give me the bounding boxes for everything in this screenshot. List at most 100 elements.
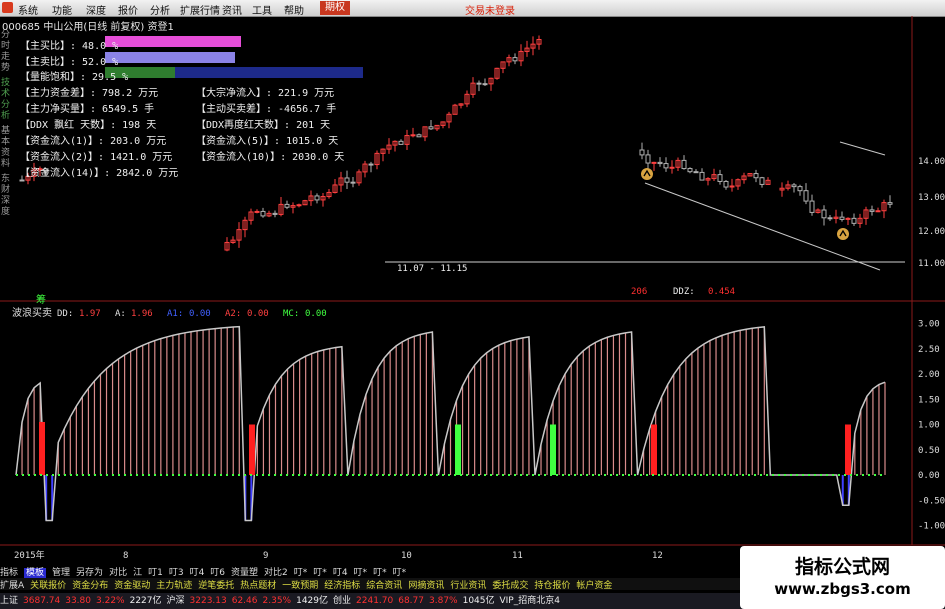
buy-ratio: 【主买比】: 48.0 % xyxy=(20,41,119,52)
zero-dot xyxy=(742,474,744,476)
candle-body xyxy=(410,134,416,137)
ddz-label: DDZ: xyxy=(673,287,695,297)
indicator-tab[interactable]: 模板 xyxy=(24,568,47,578)
zero-dot xyxy=(862,474,864,476)
zero-dot xyxy=(106,474,108,476)
zero-dot xyxy=(76,474,78,476)
zero-dot xyxy=(772,474,774,476)
extension-tab[interactable]: 一致预期 xyxy=(282,581,318,591)
status-item: 2227亿 xyxy=(129,596,162,606)
zero-dot xyxy=(274,474,276,476)
candle-body xyxy=(296,204,302,207)
zero-dot xyxy=(202,474,204,476)
indicator-tab[interactable]: 江 xyxy=(133,568,142,578)
zero-dot xyxy=(844,474,846,476)
indicator-tick: 2.00 xyxy=(918,370,940,380)
extension-tab[interactable]: 综合资讯 xyxy=(366,581,402,591)
time-axis: 2015年 8 9 10 11 12 xyxy=(14,549,663,561)
extension-tab[interactable]: 主力轨迹 xyxy=(156,581,192,591)
indicator-tab[interactable]: 叮* xyxy=(294,568,308,578)
indicator-tab[interactable]: 对比 xyxy=(109,568,127,578)
zero-dot xyxy=(586,474,588,476)
zero-dot xyxy=(682,474,684,476)
indicator-tabs: 指标 模板 管理 另存为 对比江叮1 叮3 叮4 叮6 资量塑 对比2 叮* 叮* 叮4 叮* 叮* 叮* xyxy=(0,565,740,578)
candle-body xyxy=(821,209,827,219)
legend-key: A: xyxy=(115,309,126,319)
candle-body xyxy=(482,83,488,86)
indicator-tab[interactable]: 管理 xyxy=(52,568,70,578)
zero-dot xyxy=(670,474,672,476)
buy-signal-icon xyxy=(641,168,653,180)
indicator-tab[interactable]: 叮* xyxy=(313,568,327,578)
indicator-tab[interactable]: 资量塑 xyxy=(231,568,258,578)
zero-dot xyxy=(262,474,264,476)
zero-dot xyxy=(226,474,228,476)
candle-body xyxy=(827,217,833,220)
extension-tab[interactable]: 资金驱动 xyxy=(114,581,150,591)
candle-body xyxy=(512,57,518,62)
zero-dot xyxy=(82,474,84,476)
legend-value: 1.96 xyxy=(131,309,153,319)
status-item: 1045亿 xyxy=(462,596,495,606)
indicator-tab[interactable]: 叮3 xyxy=(169,568,184,578)
extension-tab[interactable]: 行业资讯 xyxy=(450,581,486,591)
indicator-tab[interactable]: 叮* xyxy=(373,568,387,578)
status-item: 3223.13 xyxy=(189,596,227,606)
indicator-tick: 1.00 xyxy=(918,421,940,431)
time-label: 9 xyxy=(263,551,268,561)
zero-dot xyxy=(874,474,876,476)
indicator-tab[interactable]: 叮1 xyxy=(148,568,163,578)
indicator-tab[interactable]: 叮4 xyxy=(190,568,205,578)
extension-tab[interactable]: 关联报价 xyxy=(30,581,66,591)
extension-tab[interactable]: 网摘资讯 xyxy=(408,581,444,591)
zero-dot xyxy=(100,474,102,476)
zero-dot xyxy=(160,474,162,476)
ddz-value: 0.454 xyxy=(708,287,735,297)
zero-dot xyxy=(94,474,96,476)
indicator-tab[interactable]: 叮4 xyxy=(333,568,348,578)
zero-dot xyxy=(46,474,48,476)
status-item: 33.80 xyxy=(65,596,91,606)
zero-dot xyxy=(280,474,282,476)
zero-dot xyxy=(406,474,408,476)
indicator-tab[interactable]: 叮* xyxy=(354,568,368,578)
indicator-tab[interactable]: 叮6 xyxy=(210,568,225,578)
zero-dot xyxy=(58,474,60,476)
candle-body xyxy=(669,166,675,169)
indicator-tab[interactable]: 另存为 xyxy=(76,568,103,578)
candle-body xyxy=(687,168,693,173)
zero-dot xyxy=(208,474,210,476)
extension-tab[interactable]: 经济指标 xyxy=(324,581,360,591)
signal-bar xyxy=(249,424,255,475)
signal-bar xyxy=(455,424,461,475)
watermark-url: www.zbgs3.com xyxy=(774,580,911,598)
indicator-tab[interactable]: 叮* xyxy=(393,568,407,578)
zero-dot xyxy=(250,474,252,476)
extension-tab[interactable]: 持仓报价 xyxy=(534,581,570,591)
fund-inflow-14: 【资金流入(14)】: 2842.0 万元 xyxy=(20,168,179,179)
extension-tab[interactable]: 资金分布 xyxy=(72,581,108,591)
zero-dot xyxy=(562,474,564,476)
signal-bar xyxy=(39,421,45,475)
indicator-tag: 筹 xyxy=(36,293,46,306)
zero-dot xyxy=(154,474,156,476)
status-item: VIP_招商北京4 xyxy=(499,596,560,606)
zero-dot xyxy=(478,474,480,476)
extension-tab[interactable]: 逆笔委托 xyxy=(198,581,234,591)
candle-body xyxy=(272,212,278,215)
zero-dot xyxy=(556,474,558,476)
zero-dot xyxy=(352,474,354,476)
candle-body xyxy=(803,190,809,202)
signal-bar xyxy=(651,424,657,475)
volume-saturation: 【量能饱和】: 29.5 % xyxy=(20,72,129,83)
indicator-tab[interactable]: 指标 xyxy=(0,568,18,578)
extension-tab[interactable]: 帐户资金 xyxy=(576,581,612,591)
indicator-tab[interactable]: 对比2 xyxy=(264,568,288,578)
zero-dot xyxy=(364,474,366,476)
zero-dot xyxy=(838,474,840,476)
indicator-tick: 2.50 xyxy=(918,345,940,355)
extension-tab[interactable]: 扩展A xyxy=(0,581,24,591)
extension-tab[interactable]: 热点题材 xyxy=(240,581,276,591)
extension-tab[interactable]: 委托成交 xyxy=(492,581,528,591)
zero-dot xyxy=(346,474,348,476)
